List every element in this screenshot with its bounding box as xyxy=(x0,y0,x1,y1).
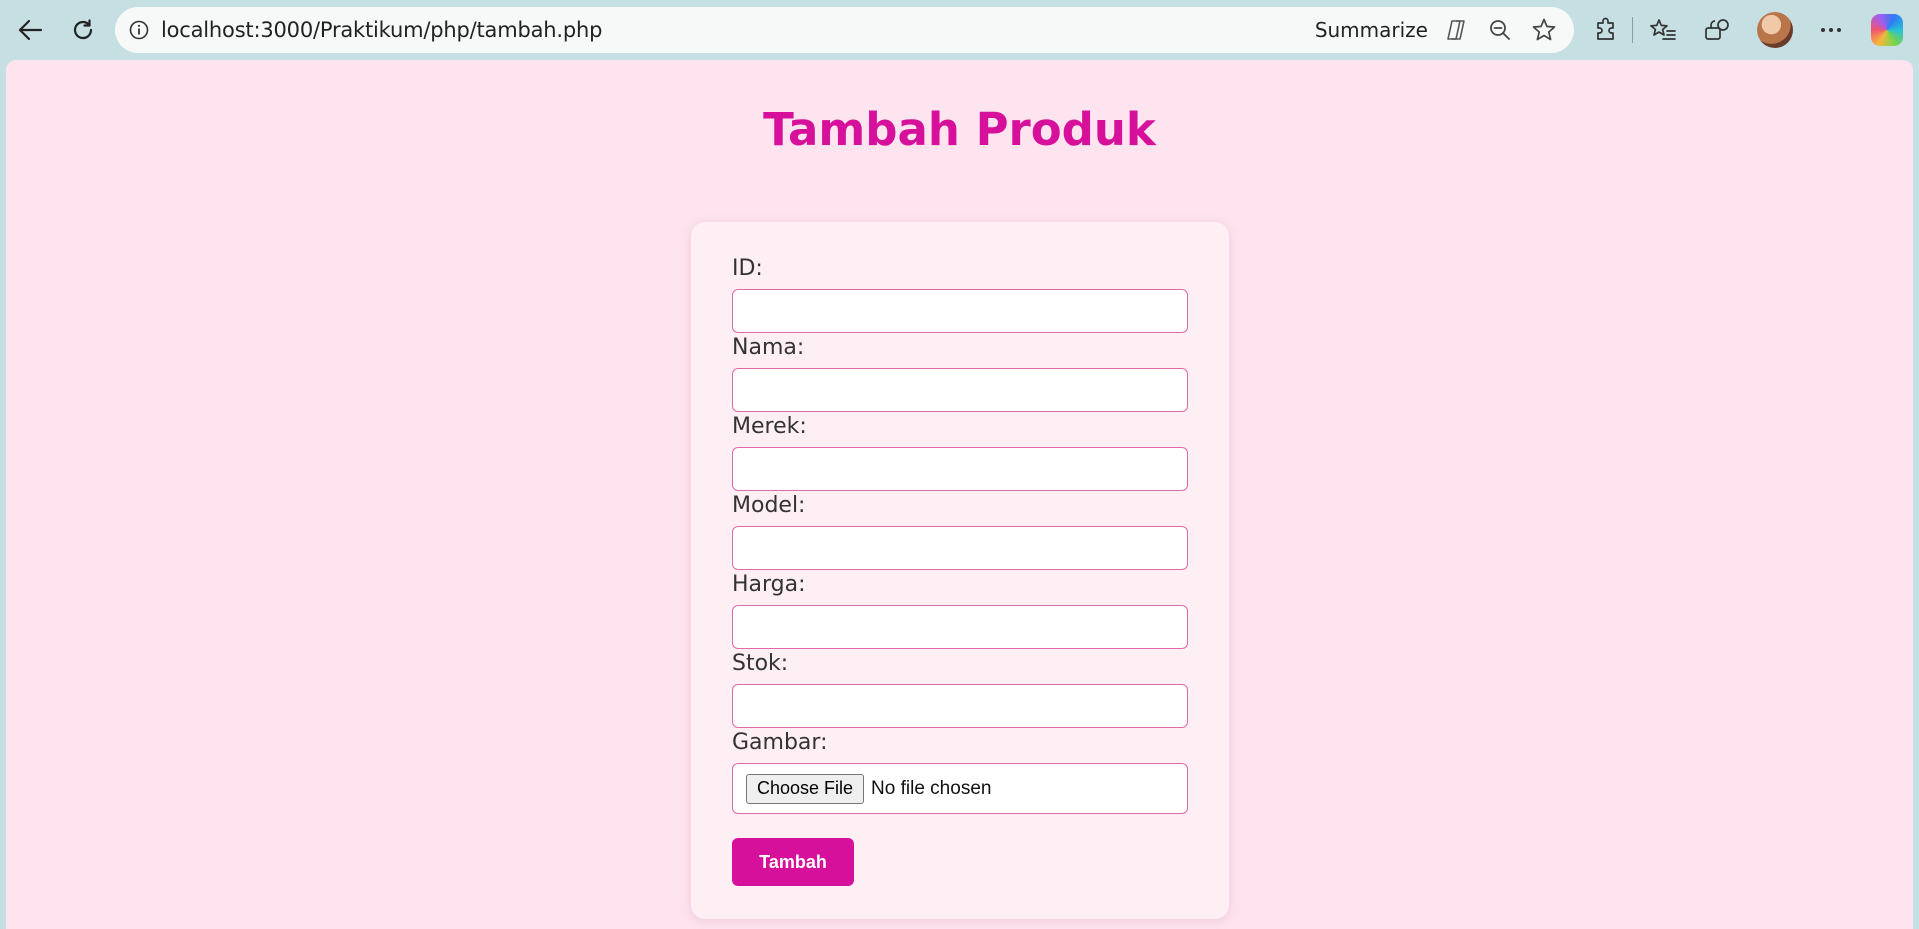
nama-input[interactable] xyxy=(732,368,1188,412)
extensions-icon[interactable] xyxy=(1590,14,1622,46)
favorites-list-icon[interactable] xyxy=(1647,14,1679,46)
gambar-label: Gambar: xyxy=(732,730,828,755)
browser-toolbar: localhost:3000/Praktikum/php/tambah.php … xyxy=(0,0,1919,60)
summarize-button[interactable]: Summarize xyxy=(1315,18,1428,42)
id-input[interactable] xyxy=(732,289,1188,333)
harga-input[interactable] xyxy=(732,605,1188,649)
page-viewport: Tambah Produk ID: Nama: Merek: Model: Ha… xyxy=(6,60,1913,929)
url-text[interactable]: localhost:3000/Praktikum/php/tambah.php xyxy=(161,18,602,42)
tambah-submit-button[interactable]: Tambah xyxy=(732,838,854,886)
profile-avatar[interactable] xyxy=(1757,12,1793,48)
refresh-icon[interactable] xyxy=(65,12,101,48)
more-options-icon[interactable] xyxy=(1815,14,1847,46)
file-status-text: No file chosen xyxy=(871,777,992,799)
add-product-form: ID: Nama: Merek: Model: Harga: Stok: Gam… xyxy=(691,222,1229,919)
zoom-out-icon[interactable] xyxy=(1484,14,1516,46)
id-label: ID: xyxy=(732,256,763,281)
gambar-file-input[interactable]: Choose File No file chosen xyxy=(732,763,1188,814)
model-input[interactable] xyxy=(732,526,1188,570)
nama-label: Nama: xyxy=(732,335,805,360)
model-label: Model: xyxy=(732,493,806,518)
favorite-star-icon[interactable] xyxy=(1528,14,1560,46)
harga-label: Harga: xyxy=(732,572,806,597)
browser-tools xyxy=(1590,12,1903,48)
site-info-icon[interactable] xyxy=(127,18,151,42)
stok-input[interactable] xyxy=(732,684,1188,728)
stok-label: Stok: xyxy=(732,651,789,676)
copilot-icon[interactable] xyxy=(1871,14,1903,46)
page-title: Tambah Produk xyxy=(763,103,1156,156)
choose-file-button[interactable]: Choose File xyxy=(746,773,865,804)
merek-input[interactable] xyxy=(732,447,1188,491)
toolbar-divider xyxy=(1632,17,1633,43)
collections-icon[interactable] xyxy=(1701,14,1733,46)
back-arrow-icon[interactable] xyxy=(12,12,48,48)
merek-label: Merek: xyxy=(732,414,807,439)
copilot-summarize-icon[interactable] xyxy=(1440,14,1472,46)
address-bar[interactable]: localhost:3000/Praktikum/php/tambah.php … xyxy=(115,7,1574,53)
